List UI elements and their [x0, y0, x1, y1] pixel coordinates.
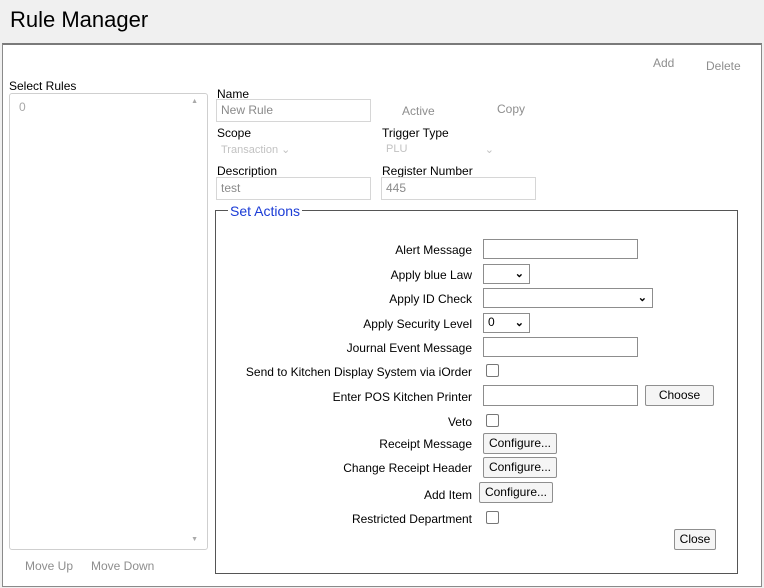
move-down-button[interactable]: Move Down [91, 559, 154, 573]
scope-select[interactable]: Transaction ⌄ [221, 143, 290, 156]
apply-id-check-label: Apply ID Check [389, 292, 472, 306]
apply-security-level-select[interactable]: 0 ⌄ [483, 313, 530, 333]
choose-button[interactable]: Choose [645, 385, 714, 406]
add-button[interactable]: Add [653, 56, 674, 70]
veto-label: Veto [447, 415, 472, 429]
delete-button[interactable]: Delete [706, 59, 741, 73]
copy-button[interactable]: Copy [497, 102, 525, 116]
receipt-message-configure-button[interactable]: Configure... [483, 433, 557, 454]
register-number-label: Register Number [382, 164, 473, 178]
scroll-up-arrow-icon[interactable]: ▲ [191, 98, 198, 105]
change-receipt-header-label: Change Receipt Header [343, 461, 472, 475]
apply-security-level-label: Apply Security Level [363, 317, 472, 331]
set-actions-legend: Set Actions [228, 203, 303, 219]
kitchen-printer-label: Enter POS Kitchen Printer [332, 390, 472, 404]
register-number-input[interactable]: 445 [381, 177, 536, 200]
kitchen-printer-input[interactable] [483, 385, 638, 406]
change-receipt-header-configure-button[interactable]: Configure... [483, 457, 557, 478]
apply-id-check-select[interactable]: ⌄ [483, 288, 653, 308]
move-up-button[interactable]: Move Up [25, 559, 73, 573]
rules-list-item[interactable]: 0 [19, 100, 26, 114]
scope-value: Transaction [221, 144, 279, 156]
kitchen-display-checkbox[interactable] [486, 364, 499, 377]
chevron-down-icon: ⌄ [514, 317, 524, 329]
scope-label: Scope [217, 126, 252, 140]
alert-message-input[interactable] [483, 239, 638, 259]
active-toggle[interactable]: Active [402, 104, 435, 118]
kitchen-display-label: Send to Kitchen Display System via iOrde… [245, 365, 472, 379]
apply-security-level-value: 0 [488, 315, 495, 329]
chevron-down-icon: ⌄ [514, 268, 524, 280]
trigger-type-label: Trigger Type [382, 126, 449, 140]
apply-blue-law-label: Apply blue Law [390, 268, 472, 282]
apply-blue-law-select[interactable]: ⌄ [483, 264, 530, 284]
receipt-message-label: Receipt Message [379, 437, 472, 451]
select-rules-label: Select Rules [9, 79, 77, 93]
add-item-label: Add Item [423, 488, 472, 502]
trigger-type-value: PLU [386, 143, 408, 155]
close-button[interactable]: Close [674, 529, 716, 550]
chevron-down-icon: ⌄ [281, 144, 291, 156]
app-title: Rule Manager [10, 7, 149, 32]
journal-event-message-input[interactable] [483, 337, 638, 357]
trigger-type-select[interactable]: PLU ⌄ [386, 143, 498, 156]
description-input[interactable]: test [216, 177, 371, 200]
restricted-department-label: Restricted Department [351, 512, 472, 526]
alert-message-label: Alert Message [395, 243, 472, 257]
restricted-department-checkbox[interactable] [486, 511, 499, 524]
description-label: Description [217, 164, 278, 178]
chevron-down-icon: ⌄ [637, 292, 647, 304]
add-item-configure-button[interactable]: Configure... [479, 482, 553, 503]
scroll-down-arrow-icon[interactable]: ▼ [191, 536, 198, 543]
journal-event-message-label: Journal Event Message [346, 341, 472, 355]
veto-checkbox[interactable] [486, 414, 499, 427]
name-input[interactable]: New Rule [216, 99, 371, 122]
chevron-down-icon: ⌄ [484, 144, 494, 156]
